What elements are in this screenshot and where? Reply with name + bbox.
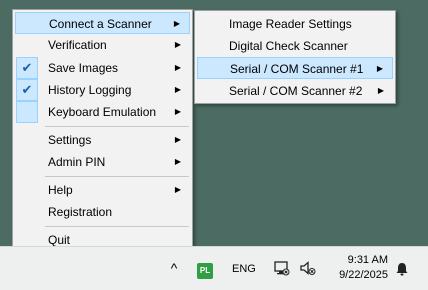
menu-item-label: Image Reader Settings xyxy=(229,17,352,31)
menu-separator xyxy=(45,176,189,177)
menu-item-label: Save Images xyxy=(48,61,119,75)
connect-scanner-submenu: Image Reader Settings Digital Check Scan… xyxy=(194,10,396,104)
menu-item-connect-a-scanner[interactable]: Connect a Scanner ▶ xyxy=(15,12,190,34)
menu-item-registration[interactable]: Registration xyxy=(15,201,190,223)
menu-item-history-logging[interactable]: ✔ History Logging ▶ xyxy=(15,79,190,101)
menu-item-label: Admin PIN xyxy=(48,155,106,169)
submenu-item-digital-check-scanner[interactable]: Digital Check Scanner xyxy=(197,35,393,57)
input-language-indicator[interactable]: ENG xyxy=(232,261,256,277)
menu-item-label: Help xyxy=(48,183,73,197)
menu-item-label: Serial / COM Scanner #2 xyxy=(229,84,363,98)
submenu-arrow-icon: ▶ xyxy=(174,135,181,144)
menu-item-label: History Logging xyxy=(48,83,132,97)
menu-separator xyxy=(45,226,189,227)
submenu-arrow-icon: ▶ xyxy=(174,40,181,49)
menu-separator xyxy=(45,126,189,127)
menu-item-label: Keyboard Emulation xyxy=(48,105,157,119)
clock-time: 9:31 AM xyxy=(347,254,388,266)
menu-item-save-images[interactable]: ✔ Save Images ▶ xyxy=(15,57,190,79)
submenu-arrow-icon: ▶ xyxy=(377,86,384,95)
checkmark-icon: ✔ xyxy=(16,79,38,101)
network-icon[interactable] xyxy=(272,259,290,277)
menu-item-admin-pin[interactable]: Admin PIN ▶ xyxy=(15,151,190,173)
menu-item-settings[interactable]: Settings ▶ xyxy=(15,129,190,151)
submenu-arrow-icon: ▶ xyxy=(174,85,181,94)
clock-date: 9/22/2025 xyxy=(339,269,388,281)
submenu-arrow-icon: ▶ xyxy=(174,157,181,166)
submenu-item-serial-com-scanner-1[interactable]: Serial / COM Scanner #1 ▶ xyxy=(197,57,393,79)
submenu-item-serial-com-scanner-2[interactable]: Serial / COM Scanner #2 ▶ xyxy=(197,80,393,102)
menu-item-verification[interactable]: Verification ▶ xyxy=(15,34,190,56)
tray-context-menu: Connect a Scanner ▶ Verification ▶ ✔ Sav… xyxy=(12,9,193,251)
menu-item-label: Registration xyxy=(48,205,113,219)
submenu-arrow-icon: ▶ xyxy=(173,19,180,28)
menu-item-label: Digital Check Scanner xyxy=(229,39,348,53)
menu-item-label: Verification xyxy=(48,38,107,52)
show-hidden-icons-chevron-icon[interactable]: ^ xyxy=(166,260,182,276)
menu-item-label: Connect a Scanner xyxy=(49,17,152,31)
submenu-arrow-icon: ▶ xyxy=(376,64,383,73)
submenu-arrow-icon: ▶ xyxy=(174,63,181,72)
submenu-item-image-reader-settings[interactable]: Image Reader Settings xyxy=(197,13,393,35)
taskbar: ^ PL ENG 9:31 AM 9/22/2025 xyxy=(0,246,428,290)
menu-item-label: Settings xyxy=(48,133,92,147)
menu-item-help[interactable]: Help ▶ xyxy=(15,179,190,201)
menu-item-keyboard-emulation[interactable]: Keyboard Emulation ▶ xyxy=(15,101,190,123)
menu-item-label: Serial / COM Scanner #1 xyxy=(230,62,364,76)
tray-app-icon[interactable]: PL xyxy=(197,263,213,279)
system-clock[interactable]: 9:31 AM 9/22/2025 xyxy=(328,253,388,283)
submenu-arrow-icon: ▶ xyxy=(174,107,181,116)
submenu-arrow-icon: ▶ xyxy=(174,185,181,194)
volume-muted-icon[interactable] xyxy=(298,259,316,277)
check-placeholder-box xyxy=(16,101,38,123)
checkmark-icon: ✔ xyxy=(16,57,38,79)
notification-bell-icon[interactable] xyxy=(394,261,410,277)
